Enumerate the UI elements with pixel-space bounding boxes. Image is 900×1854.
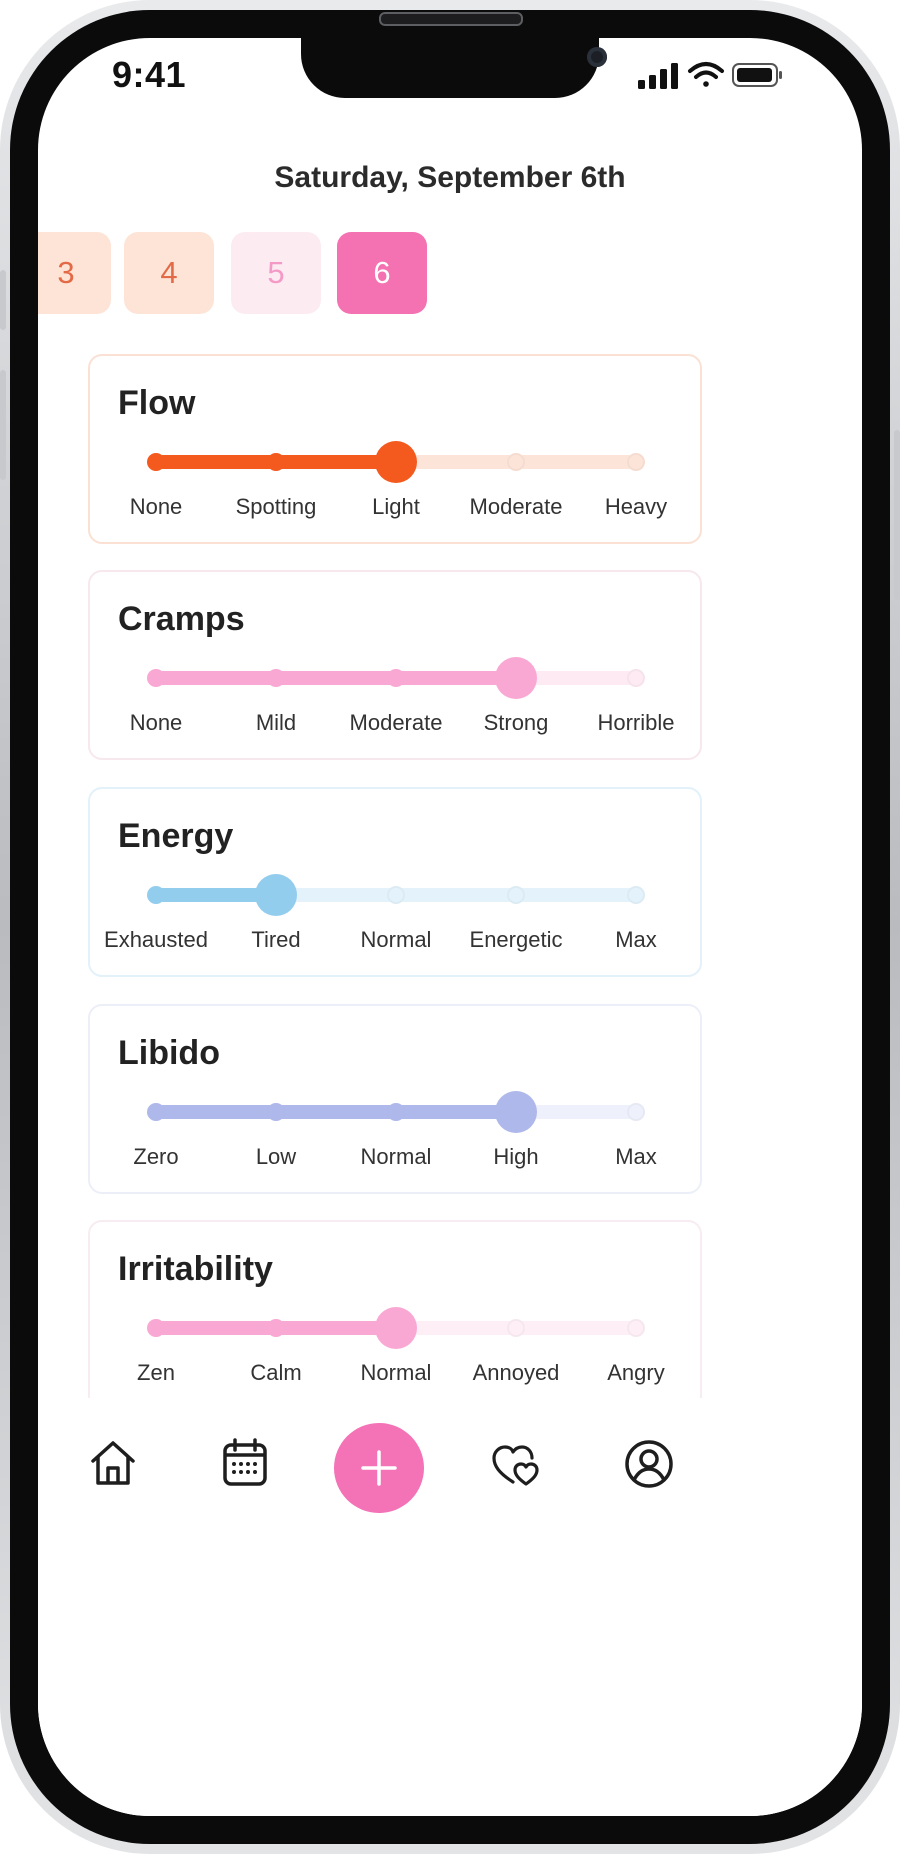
tracker-option-label[interactable]: Low: [206, 1144, 346, 1170]
tracker-card-libido: Libido Zero Low Normal High Max: [88, 1004, 702, 1194]
calendar-icon[interactable]: [221, 1438, 269, 1488]
side-button: [894, 430, 900, 600]
tracker-card-flow: Flow None Spotting Light Moderate Heavy: [88, 354, 702, 544]
tracker-card-cramps: Cramps None Mild Moderate Strong Horrible: [88, 570, 702, 760]
slider-step[interactable]: [147, 669, 165, 687]
profile-icon[interactable]: [623, 1438, 675, 1490]
slider-fill: [156, 1105, 516, 1119]
plus-icon: [361, 1450, 397, 1486]
tracker-option-label[interactable]: Tired: [206, 927, 346, 953]
tracker-slider[interactable]: [147, 657, 645, 699]
tracker-option-label[interactable]: None: [86, 494, 226, 520]
side-button: [0, 270, 6, 330]
tracker-option-label[interactable]: Spotting: [206, 494, 346, 520]
signal-icon: [638, 63, 678, 89]
slider-step[interactable]: [507, 886, 525, 904]
tracker-slider[interactable]: [147, 1091, 645, 1133]
slider-step[interactable]: [627, 453, 645, 471]
slider-step[interactable]: [267, 453, 285, 471]
tracker-option-label[interactable]: Strong: [446, 710, 586, 736]
tracker-option-label[interactable]: Moderate: [446, 494, 586, 520]
slider-step[interactable]: [387, 669, 405, 687]
tracker-option-label[interactable]: None: [86, 710, 226, 736]
tracker-option-label[interactable]: Max: [566, 927, 706, 953]
camera: [587, 47, 607, 67]
wifi-icon: [688, 62, 724, 87]
notch: [301, 38, 607, 98]
slider-thumb[interactable]: [375, 1307, 417, 1349]
tracker-option-label[interactable]: Normal: [326, 1360, 466, 1386]
tracker-slider[interactable]: [147, 874, 645, 916]
slider-step[interactable]: [627, 1103, 645, 1121]
tracker-slider[interactable]: [147, 1307, 645, 1349]
phone-frame: 9:41 Saturday, September 6th 3456 Flow No…: [0, 0, 900, 1854]
slider-step[interactable]: [627, 1319, 645, 1337]
tracker-title: Irritability: [118, 1250, 273, 1288]
date-title: Saturday, September 6th: [274, 161, 626, 194]
tracker-option-label[interactable]: Angry: [566, 1360, 706, 1386]
bottom-nav: [38, 1398, 862, 1816]
tracker-option-label[interactable]: Normal: [326, 1144, 466, 1170]
slider-fill: [156, 671, 516, 685]
slider-step[interactable]: [387, 886, 405, 904]
tracker-title: Energy: [118, 817, 234, 855]
speaker-slot: [379, 12, 523, 26]
slider-step[interactable]: [507, 1319, 525, 1337]
tracker-option-label[interactable]: Zen: [86, 1360, 226, 1386]
tracker-option-label[interactable]: Heavy: [566, 494, 706, 520]
slider-thumb[interactable]: [495, 657, 537, 699]
slider-step[interactable]: [387, 1103, 405, 1121]
slider-step[interactable]: [267, 1103, 285, 1121]
slider-step[interactable]: [147, 886, 165, 904]
slider-step[interactable]: [627, 886, 645, 904]
slider-thumb[interactable]: [495, 1091, 537, 1133]
tracker-card-energy: Energy Exhausted Tired Normal Energetic Max: [88, 787, 702, 977]
tracker-option-label[interactable]: Calm: [206, 1360, 346, 1386]
app-screen: 9:41 Saturday, September 6th 3456 Flow No…: [38, 38, 862, 1816]
slider-step[interactable]: [147, 1103, 165, 1121]
slider-step[interactable]: [147, 1319, 165, 1337]
slider-thumb[interactable]: [375, 441, 417, 483]
slider-step[interactable]: [267, 669, 285, 687]
tracker-option-label[interactable]: Normal: [326, 927, 466, 953]
tracker-option-label[interactable]: Mild: [206, 710, 346, 736]
side-button: [0, 370, 6, 480]
tracker-option-label[interactable]: Annoyed: [446, 1360, 586, 1386]
status-time: 9:41: [112, 54, 187, 95]
tracker-option-label[interactable]: Zero: [86, 1144, 226, 1170]
tracker-option-label[interactable]: High: [446, 1144, 586, 1170]
tracker-option-label[interactable]: Max: [566, 1144, 706, 1170]
battery-icon: [732, 63, 782, 87]
tracker-title: Libido: [118, 1034, 220, 1072]
tracker-option-label[interactable]: Horrible: [566, 710, 706, 736]
tracker-option-label[interactable]: Light: [326, 494, 466, 520]
tracker-slider[interactable]: [147, 441, 645, 483]
tracker-title: Cramps: [118, 600, 245, 638]
slider-thumb[interactable]: [255, 874, 297, 916]
day-chip-6[interactable]: 6: [337, 232, 427, 314]
home-icon[interactable]: [88, 1438, 138, 1488]
day-chip-3[interactable]: 3: [38, 232, 111, 314]
tracker-option-label[interactable]: Exhausted: [86, 927, 226, 953]
tracker-card-irritability: Irritability Zen Calm Normal Annoyed Angry: [88, 1220, 702, 1410]
slider-step[interactable]: [507, 453, 525, 471]
tracker-title: Flow: [118, 384, 196, 422]
tracker-option-label[interactable]: Energetic: [446, 927, 586, 953]
day-chip-5[interactable]: 5: [231, 232, 321, 314]
slider-step[interactable]: [627, 669, 645, 687]
add-log-button[interactable]: [334, 1423, 424, 1513]
tracker-option-label[interactable]: Moderate: [326, 710, 466, 736]
slider-step[interactable]: [147, 453, 165, 471]
slider-step[interactable]: [267, 1319, 285, 1337]
hearts-icon[interactable]: [491, 1443, 543, 1487]
day-chip-4[interactable]: 4: [124, 232, 214, 314]
status-icons: [638, 62, 782, 89]
